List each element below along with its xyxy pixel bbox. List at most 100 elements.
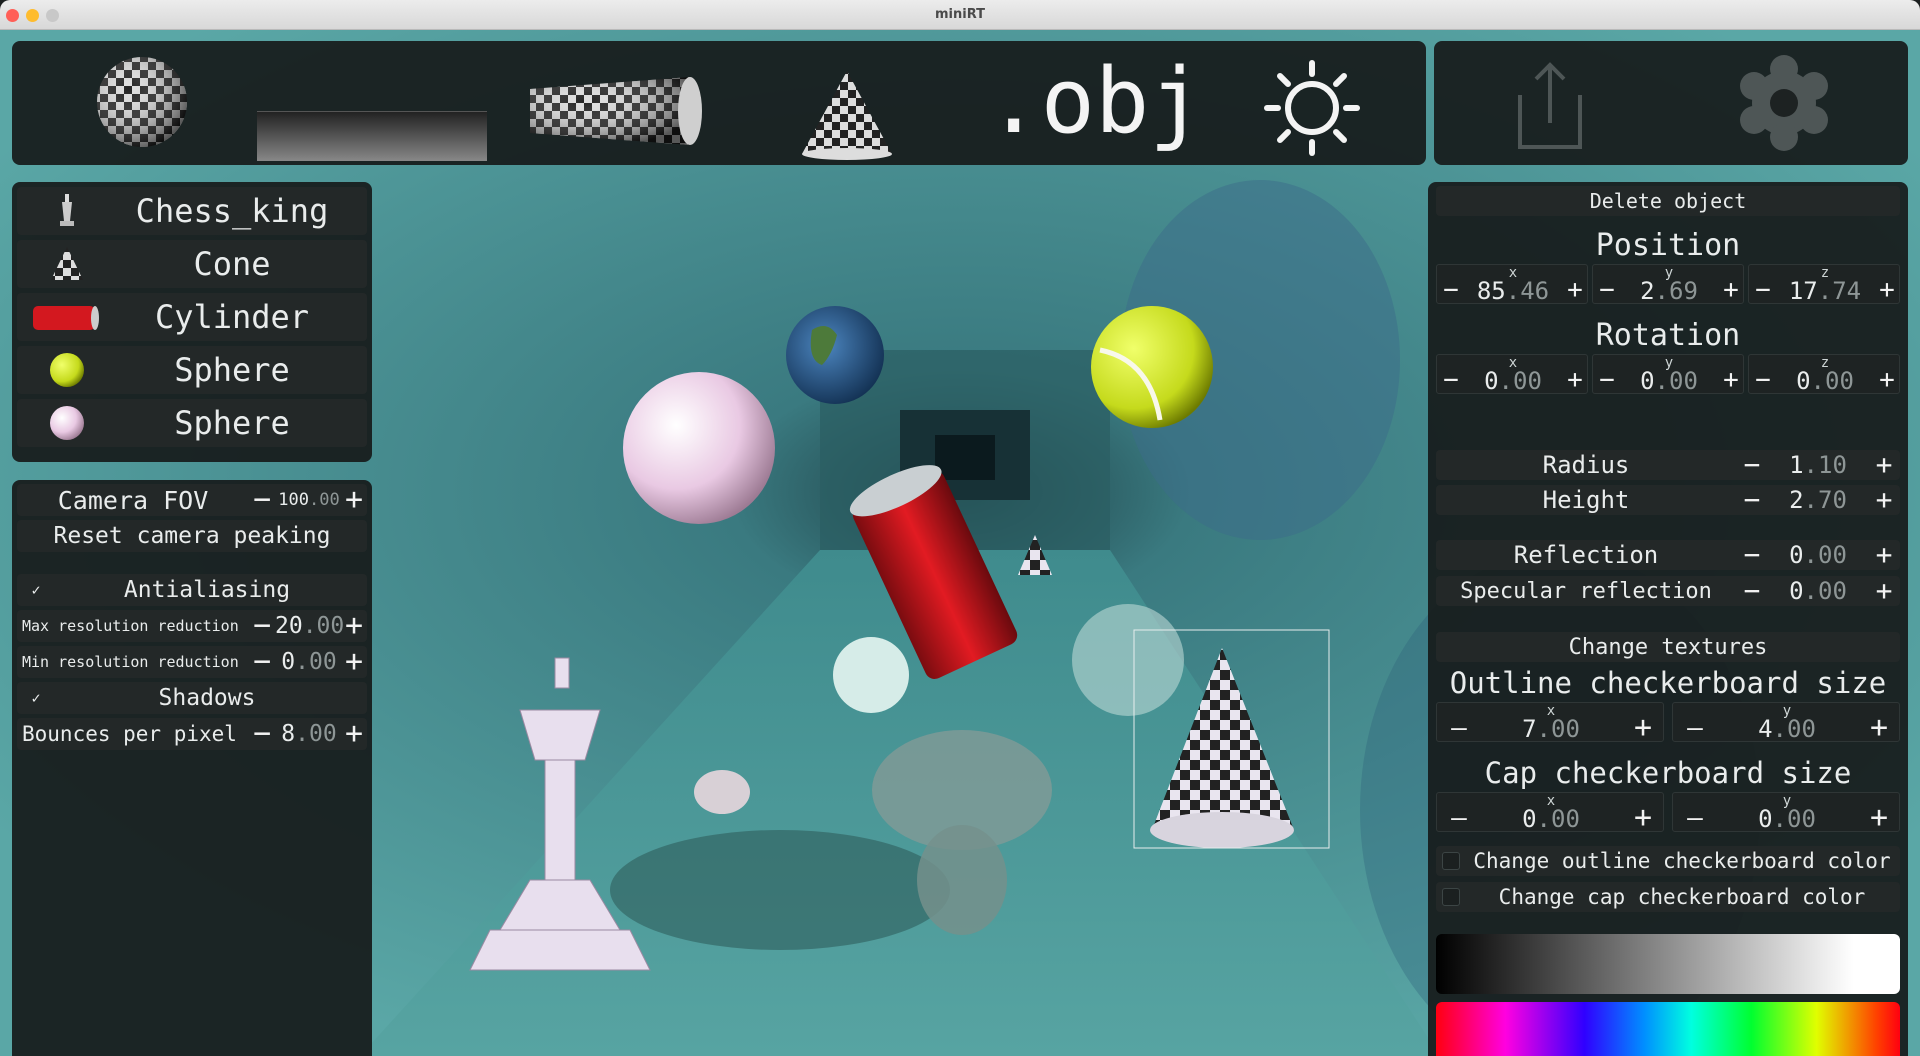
antialiasing-row[interactable]: ✓ Antialiasing <box>17 574 367 606</box>
rotation-x-value[interactable]: 0.00 <box>1463 367 1563 395</box>
max-resolution-value[interactable]: 20.00 <box>275 613 344 639</box>
rotation-y-value[interactable]: 0.00 <box>1619 367 1719 395</box>
bounces-increment-button[interactable]: + <box>341 718 367 750</box>
add-light-button[interactable] <box>1257 58 1367 158</box>
cap-color-checkbox[interactable] <box>1442 888 1460 906</box>
position-y-value[interactable]: 2.69 <box>1619 277 1719 305</box>
cap-color-toggle[interactable]: Change cap checkerboard color <box>1436 882 1900 912</box>
outline-checker-x-increment-button[interactable]: + <box>1625 713 1661 743</box>
export-button[interactable] <box>1510 55 1590 155</box>
object-list-item[interactable]: Cone <box>17 240 367 288</box>
height-value[interactable]: 2.70 <box>1768 486 1868 514</box>
render-viewport[interactable]: .obj Chess_king Cone Cylinder Sphere Sph… <box>0 30 1920 1056</box>
outline-checker-y-decrement-button[interactable]: — <box>1677 715 1713 741</box>
object-list-item[interactable]: Cylinder <box>17 293 367 341</box>
cap-checker-x-increment-button[interactable]: + <box>1625 803 1661 833</box>
antialiasing-checkbox[interactable]: ✓ <box>27 581 45 599</box>
cap-checker-y-increment-button[interactable]: + <box>1861 803 1897 833</box>
brightness-picker[interactable] <box>1436 934 1900 994</box>
radius-label: Radius <box>1542 451 1630 479</box>
camera-fov-row: Camera FOV − 100.00 + <box>17 484 367 516</box>
camera-fov-increment-button[interactable]: + <box>341 484 367 516</box>
cap-checker-x-field: x — 0.00 + <box>1436 792 1664 833</box>
reset-camera-button[interactable]: Reset camera peaking <box>17 520 367 552</box>
min-resolution-value[interactable]: 0.00 <box>275 649 343 675</box>
add-cylinder-button[interactable] <box>520 71 710 151</box>
add-plane-button[interactable] <box>257 111 487 161</box>
rotation-x-decrement-button[interactable]: − <box>1439 367 1463 393</box>
change-textures-button[interactable]: Change textures <box>1436 632 1900 662</box>
camera-fov-decrement-button[interactable]: − <box>249 484 275 516</box>
object-list-item[interactable]: Chess_king <box>17 187 367 235</box>
specular-value[interactable]: 0.00 <box>1768 577 1868 605</box>
outline-color-toggle[interactable]: Change outline checkerboard color <box>1436 846 1900 876</box>
reflection-value[interactable]: 0.00 <box>1768 541 1868 569</box>
position-x-increment-button[interactable]: + <box>1563 277 1587 303</box>
cap-checker-x-value[interactable]: 0.00 <box>1477 805 1625 833</box>
object-list-label: Sphere <box>174 404 290 442</box>
radius-increment-button[interactable]: + <box>1868 450 1900 480</box>
min-resolution-decrement-button[interactable]: − <box>249 646 275 678</box>
cap-color-label: Change cap checkerboard color <box>1498 885 1866 909</box>
add-sphere-button[interactable] <box>92 54 192 154</box>
min-resolution-increment-button[interactable]: + <box>341 646 367 678</box>
specular-decrement-button[interactable]: − <box>1736 576 1768 606</box>
hue-picker[interactable] <box>1436 1002 1900 1056</box>
outline-checker-title: Outline checkerboard size <box>1449 666 1887 700</box>
settings-button[interactable] <box>1734 53 1834 153</box>
object-list: Chess_king Cone Cylinder Sphere Sphere <box>12 182 372 462</box>
cap-checker-x-decrement-button[interactable]: — <box>1441 805 1477 831</box>
cap-checker-y-value[interactable]: 0.00 <box>1713 805 1861 833</box>
radius-value[interactable]: 1.10 <box>1768 451 1868 479</box>
reflection-decrement-button[interactable]: − <box>1736 540 1768 570</box>
position-z-increment-button[interactable]: + <box>1875 277 1899 303</box>
position-z-decrement-button[interactable]: − <box>1751 277 1775 303</box>
object-list-item[interactable]: Sphere <box>17 399 367 447</box>
height-decrement-button[interactable]: − <box>1736 485 1768 515</box>
outline-checker-y-increment-button[interactable]: + <box>1861 713 1897 743</box>
max-resolution-decrement-button[interactable]: − <box>249 610 275 642</box>
camera-fov-value[interactable]: 100.00 <box>275 490 343 510</box>
specular-row: Specular reflection − 0.00 + <box>1436 576 1900 606</box>
rotation-y-increment-button[interactable]: + <box>1719 367 1743 393</box>
min-resolution-row: Min resolution reduction − 0.00 + <box>17 646 367 678</box>
bounces-row: Bounces per pixel − 8.00 + <box>17 718 367 750</box>
cap-checker-title: Cap checkerboard size <box>1484 756 1852 790</box>
position-y-increment-button[interactable]: + <box>1719 277 1743 303</box>
outline-checker-x-value[interactable]: 7.00 <box>1477 715 1625 743</box>
reflection-row: Reflection − 0.00 + <box>1436 540 1900 570</box>
max-resolution-increment-button[interactable]: + <box>341 610 367 642</box>
rotation-x-increment-button[interactable]: + <box>1563 367 1587 393</box>
position-x-value[interactable]: 85.46 <box>1463 277 1563 305</box>
rotation-z-value[interactable]: 0.00 <box>1775 367 1875 395</box>
rotation-z-increment-button[interactable]: + <box>1875 367 1899 393</box>
cap-checker-y-field: y — 0.00 + <box>1672 792 1900 833</box>
rotation-z-decrement-button[interactable]: − <box>1751 367 1775 393</box>
add-obj-button[interactable]: .obj <box>980 47 1210 157</box>
outline-color-label: Change outline checkerboard color <box>1473 849 1891 873</box>
radius-decrement-button[interactable]: − <box>1736 450 1768 480</box>
shadows-row[interactable]: ✓ Shadows <box>17 682 367 714</box>
add-cone-button[interactable] <box>792 66 902 161</box>
rotation-y-decrement-button[interactable]: − <box>1595 367 1619 393</box>
specular-increment-button[interactable]: + <box>1868 576 1900 606</box>
object-properties-panel: Delete object Position x − 85.46 + y − 2… <box>1428 182 1908 1056</box>
bounces-decrement-button[interactable]: − <box>249 718 275 750</box>
reflection-increment-button[interactable]: + <box>1868 540 1900 570</box>
change-textures-label: Change textures <box>1568 634 1768 660</box>
position-y-decrement-button[interactable]: − <box>1595 277 1619 303</box>
shadows-checkbox[interactable]: ✓ <box>27 689 45 707</box>
height-label: Height <box>1542 486 1630 514</box>
bounces-value[interactable]: 8.00 <box>275 721 343 747</box>
outline-checker-y-value[interactable]: 4.00 <box>1713 715 1861 743</box>
outline-checker-x-decrement-button[interactable]: — <box>1441 715 1477 741</box>
shadows-label: Shadows <box>158 685 256 711</box>
position-x-decrement-button[interactable]: − <box>1439 277 1463 303</box>
cap-checker-y-decrement-button[interactable]: — <box>1677 805 1713 831</box>
position-z-value[interactable]: 17.74 <box>1775 277 1875 305</box>
object-list-item[interactable]: Sphere <box>17 346 367 394</box>
height-increment-button[interactable]: + <box>1868 485 1900 515</box>
outline-color-checkbox[interactable] <box>1442 852 1460 870</box>
position-x-field: x − 85.46 + <box>1436 264 1588 305</box>
delete-object-button[interactable]: Delete object <box>1436 186 1900 216</box>
